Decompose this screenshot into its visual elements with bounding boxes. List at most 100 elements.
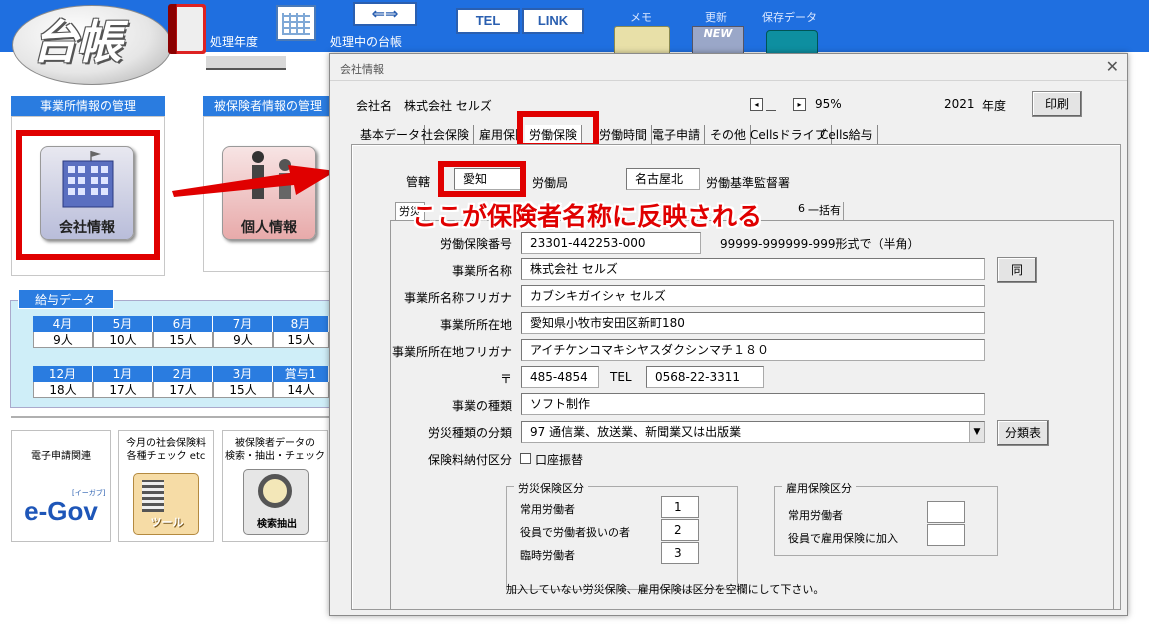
payment-checkbox[interactable] [520, 453, 531, 464]
payment-checkbox-label[interactable]: 口座振替 [535, 451, 583, 468]
check-panel[interactable]: 今月の社会保険料 各種チェック etc ツール [118, 430, 214, 542]
memo-icon[interactable] [614, 26, 670, 56]
egov-logo: e-Gov [24, 496, 98, 526]
tool-icon: ツール [133, 473, 199, 535]
office-section-header: 事業所情報の管理 [11, 96, 165, 116]
month-cell[interactable]: 6月 [153, 316, 213, 332]
accident-class-select[interactable]: 97 通信業、放送業、新聞業又は出版業 [521, 421, 985, 443]
emp-regular-label: 常用労働者 [788, 509, 843, 522]
inspection-office-suffix: 労働基準監督署 [706, 176, 791, 190]
emp-exec-label: 役員で雇用保険に加入 [788, 532, 898, 545]
chevron-down-icon[interactable]: ▼ [969, 422, 984, 442]
tab-social-insurance[interactable]: 社会保険 [417, 125, 475, 145]
month-cell[interactable]: 12月 [33, 366, 93, 382]
personal-info-label[interactable]: 個人情報 [222, 217, 316, 237]
month-cell[interactable]: 4月 [33, 316, 93, 332]
temp-workers-field[interactable]: 3 [661, 542, 699, 564]
month-cell[interactable]: 賞与1 [273, 366, 329, 382]
egov-panel[interactable]: 電子申請関連 [イーガブ] e-Gov [11, 430, 111, 542]
regular-workers-field[interactable]: 1 [661, 496, 699, 518]
executive-workers-field[interactable]: 2 [661, 519, 699, 541]
zoom-in-icon[interactable]: ▸ [793, 98, 806, 111]
class-table-button[interactable]: 分類表 [997, 420, 1049, 446]
address-field[interactable]: 愛知県小牧市安田区新町180 [521, 312, 985, 334]
check-panel-title: 今月の社会保険料 各種チェック etc [126, 438, 206, 462]
egov-panel-title: 電子申請関連 [31, 451, 91, 462]
fiscal-year-label[interactable]: 処理年度 [210, 33, 258, 50]
print-button[interactable]: 印刷 [1032, 91, 1082, 117]
accident-class-label: 労災種類の分類 [427, 426, 512, 440]
address-kana-field[interactable]: アイチケンコマキシヤスダクシンマチ１８０ [521, 339, 985, 361]
search-panel[interactable]: 被保険者データの 検索・抽出・チェック 検索抽出 [222, 430, 328, 542]
tab-cells-salary[interactable]: Cells給与 [816, 125, 878, 145]
postal-field[interactable]: 485-4854 [521, 366, 599, 388]
company-name-label: 会社名 [356, 99, 393, 113]
tab-e-application[interactable]: 電子申請 [648, 125, 706, 145]
jurisdiction-label: 管轄 [406, 175, 431, 189]
update-icon[interactable]: NEW [692, 26, 744, 56]
salary-row2-months: 12月 1月 2月 3月 賞与1 [33, 366, 329, 382]
temp-workers-label: 臨時労働者 [520, 549, 575, 562]
company-name-value: 株式会社 セルズ [404, 99, 492, 113]
accident-group-title: 労災保険区分 [514, 480, 588, 496]
tel-label: TEL [610, 370, 632, 384]
office-kana-field[interactable]: カブシキガイシャ セルズ [521, 285, 985, 307]
regular-workers-label: 常用労働者 [520, 503, 575, 516]
company-info-label[interactable]: 会社情報 [40, 217, 134, 237]
title-divider [330, 80, 1127, 81]
same-button[interactable]: 同 [997, 257, 1037, 283]
current-ledger-label[interactable]: 処理中の台帳 [330, 33, 402, 50]
office-name-field[interactable]: 株式会社 セルズ [521, 258, 985, 280]
month-cell[interactable]: 1月 [93, 366, 153, 382]
address-kana-label: 事業所所在地フリガナ [391, 345, 512, 359]
tab-employment-insurance[interactable]: 雇用保険 [475, 125, 523, 145]
salary-row1-months: 4月 5月 6月 7月 8月 [33, 316, 329, 332]
count-cell: 9人 [33, 332, 93, 348]
emp-exec-field[interactable] [927, 524, 965, 546]
jurisdiction-highlight [438, 161, 526, 197]
divider [11, 416, 331, 418]
subtab-lump-sum[interactable]: 一括有期 [808, 202, 844, 235]
month-cell[interactable]: 3月 [213, 366, 273, 382]
tab-basic-data[interactable]: 基本データ [356, 125, 426, 145]
emp-regular-field[interactable] [927, 501, 965, 523]
book-icon[interactable] [168, 4, 206, 54]
month-cell[interactable]: 5月 [93, 316, 153, 332]
swap-arrows-icon[interactable]: ⇐⇒ [353, 2, 417, 26]
close-icon[interactable]: ✕ [1106, 57, 1119, 76]
business-type-field[interactable]: ソフト制作 [521, 393, 985, 415]
app-logo-text: 台帳 [32, 15, 122, 69]
save-data-label: 保存データ [762, 11, 817, 24]
zoom-slider[interactable] [766, 98, 776, 111]
ledger-name-field [206, 56, 286, 70]
footer-note: 加入していない労災保険、雇用保険は区分を空欄にして下さい。 [506, 583, 825, 596]
count-cell: 17人 [93, 382, 153, 398]
building-icon [62, 151, 114, 208]
annotation-text: ここが保険者名称に反映される [412, 202, 763, 231]
calendar-icon[interactable] [276, 5, 316, 41]
month-cell[interactable]: 8月 [273, 316, 329, 332]
count-cell: 15人 [273, 332, 329, 348]
count-cell: 15人 [213, 382, 273, 398]
tel-button[interactable]: TEL [456, 8, 520, 34]
insurance-number-field[interactable]: 23301-442253-000 [521, 232, 701, 254]
count-cell: 9人 [213, 332, 273, 348]
month-cell[interactable]: 2月 [153, 366, 213, 382]
tel-field[interactable]: 0568-22-3311 [646, 366, 764, 388]
update-badge: NEW [703, 27, 733, 40]
year-value: 2021 [944, 97, 975, 111]
egov-small-label: [イーガブ] [72, 489, 106, 497]
search-icon: 検索抽出 [243, 469, 309, 535]
link-button[interactable]: LINK [522, 8, 584, 34]
month-cell[interactable]: 7月 [213, 316, 273, 332]
office-kana-label: 事業所名称フリガナ [403, 291, 512, 305]
company-info-dialog: 会社情報 ✕ 会社名 株式会社 セルズ ◂ ▸ 95% 2021 年度 印刷 基… [329, 53, 1128, 616]
salary-data-tab[interactable]: 給与データ [18, 289, 114, 309]
zoom-out-icon[interactable]: ◂ [750, 98, 763, 111]
count-cell: 15人 [153, 332, 213, 348]
employment-group-title: 雇用保険区分 [782, 480, 856, 496]
subtab-mid[interactable]: 6 [798, 202, 805, 215]
inspection-office-field[interactable]: 名古屋北 [626, 168, 700, 190]
tab-other[interactable]: その他 [706, 125, 752, 145]
tab-working-hours[interactable]: 労働時間 [595, 125, 653, 145]
